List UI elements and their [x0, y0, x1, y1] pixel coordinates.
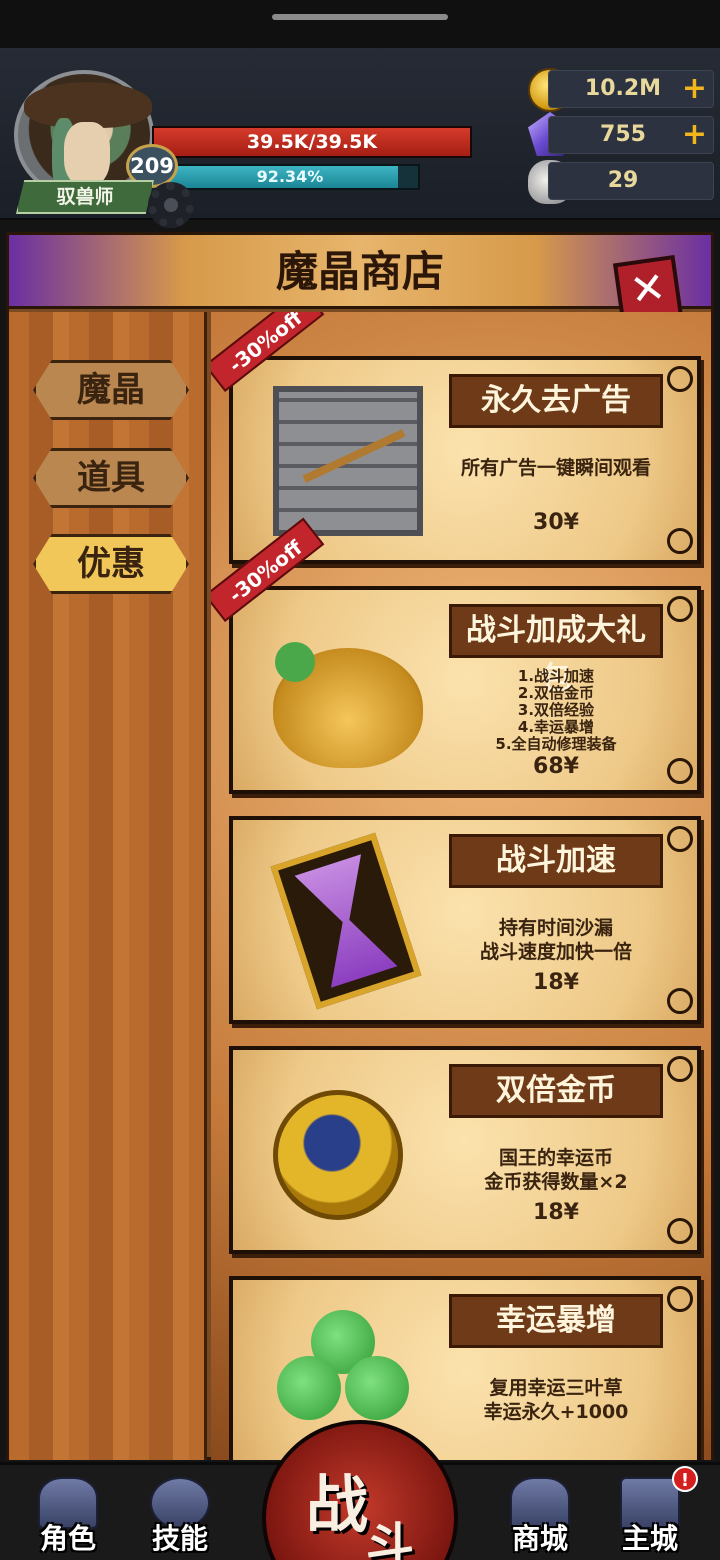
nav-role-button[interactable]: 角色	[24, 1475, 112, 1559]
corner-ornament-icon	[667, 596, 693, 622]
skull-value: 29	[607, 168, 639, 193]
nav-store-label: 商城	[511, 1522, 568, 1555]
corner-ornament-icon	[667, 528, 693, 554]
class-name-tag: 驭兽师	[16, 180, 154, 214]
shop-item-card-double-gold[interactable]: 双倍金币 国王的幸运币 金币获得数量×2 18¥	[229, 1046, 701, 1254]
shop-item-card-battle-bundle[interactable]: 战斗加成大礼包 1.战斗加速 2.双倍金币 3.双倍经验 4.幸运暴增 5.全自…	[211, 517, 701, 794]
nav-main-city-label: 主城	[621, 1522, 678, 1555]
tab-items[interactable]: 道具	[33, 448, 189, 508]
add-crystal-button[interactable]: +	[682, 117, 707, 153]
corner-ornament-icon	[667, 1218, 693, 1244]
item-price: 30¥	[533, 510, 579, 535]
xp-text: 92.34%	[256, 167, 324, 186]
shop-item-card-luck-boost[interactable]: 幸运暴增 复用幸运三叶草 幸运永久+1000	[229, 1276, 701, 1460]
corner-ornament-icon	[667, 758, 693, 784]
tab-magic-crystal[interactable]: 魔晶	[33, 360, 189, 420]
item-description: 所有广告一键瞬间观看	[460, 457, 651, 479]
shop-item-list[interactable]: 永久去广告 所有广告一键瞬间观看 30¥ -30%off 战斗加成大礼包 1.战…	[211, 312, 711, 1460]
nav-skills-label: 技能	[151, 1522, 208, 1555]
tab-offers[interactable]: 优惠	[33, 534, 189, 594]
gift-bag-icon	[273, 642, 423, 768]
item-price: 18¥	[533, 970, 579, 995]
gold-counter: 10.2M +	[548, 70, 714, 108]
crystal-shop-panel: 魔晶商店 ✕ 魔晶 道具 优惠 永久去广告 所有广告一键瞬间观看 30¥ -30…	[6, 232, 714, 1460]
item-title: 双倍金币	[449, 1064, 663, 1118]
notch-pill	[272, 14, 448, 20]
shop-title: 魔晶商店	[275, 247, 444, 296]
hourglass-icon	[270, 832, 422, 1010]
xp-bar: 92.34%	[160, 164, 420, 190]
corner-ornament-icon	[667, 1056, 693, 1082]
shop-title-band: 魔晶商店	[9, 235, 711, 309]
item-title: 永久去广告	[449, 374, 663, 428]
alert-badge: !	[672, 1466, 698, 1492]
item-description: 复用幸运三叶草 幸运永久+1000	[483, 1377, 629, 1423]
shop-item-card-battle-speed[interactable]: 战斗加速 持有时间沙漏 战斗速度加快一倍 18¥	[229, 816, 701, 1024]
nav-skills-button[interactable]: 技能	[136, 1475, 224, 1559]
fight-label-1: 战	[306, 1468, 369, 1541]
add-gold-button[interactable]: +	[682, 71, 707, 107]
fight-label-2: 斗	[366, 1518, 415, 1560]
close-icon: ✕	[626, 261, 669, 316]
item-description: 国王的幸运币 金币获得数量×2	[484, 1147, 628, 1193]
discount-ribbon: -30%off	[211, 312, 325, 392]
skull-counter: 29	[548, 162, 714, 200]
crystal-value: 755	[600, 122, 646, 147]
corner-ornament-icon	[667, 366, 693, 392]
item-price: 68¥	[533, 754, 579, 779]
system-status-bar	[0, 0, 720, 48]
crystal-counter: 755 +	[548, 116, 714, 154]
king-coin-icon	[273, 1090, 403, 1220]
item-title: 战斗加速	[449, 834, 663, 888]
item-description: 1.战斗加速 2.双倍金币 3.双倍经验 4.幸运暴增 5.全自动修理装备	[495, 667, 617, 753]
avatar-face	[64, 122, 110, 186]
item-price: 18¥	[533, 1200, 579, 1225]
settings-gear-icon[interactable]	[148, 182, 194, 228]
shop-category-sidebar: 魔晶 道具 优惠	[9, 312, 207, 1460]
nav-store-button[interactable]: 商城	[496, 1475, 584, 1559]
gold-value: 10.2M	[584, 76, 662, 101]
item-description: 持有时间沙漏 战斗速度加快一倍	[479, 917, 632, 963]
nav-role-label: 角色	[39, 1522, 96, 1555]
item-title: 战斗加成大礼包	[449, 604, 663, 696]
hp-bar: 39.5K/39.5K	[152, 126, 472, 158]
corner-ornament-icon	[667, 1286, 693, 1312]
item-title: 幸运暴增	[449, 1294, 663, 1348]
hp-text: 39.5K/39.5K	[246, 131, 378, 153]
broken-video-icon	[273, 386, 423, 536]
corner-ornament-icon	[667, 988, 693, 1014]
corner-ornament-icon	[667, 826, 693, 852]
